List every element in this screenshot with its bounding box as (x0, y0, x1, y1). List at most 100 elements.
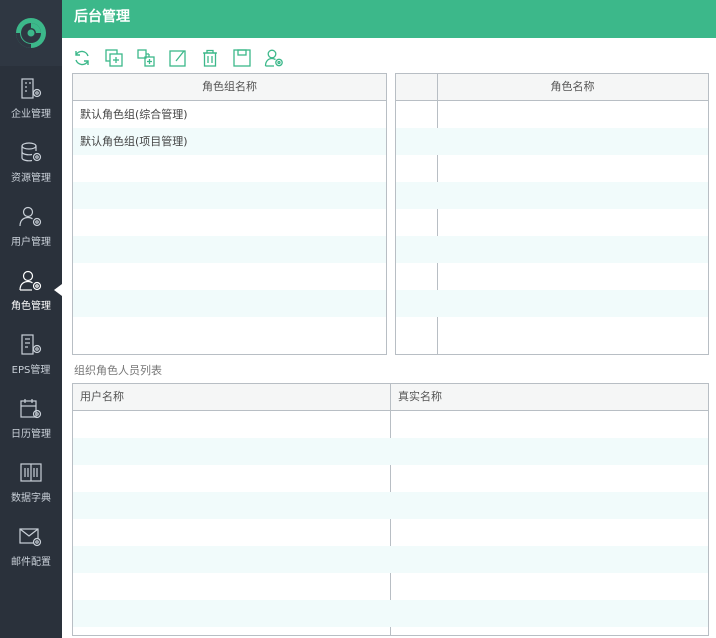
sidebar-item-label: EPS管理 (11, 364, 51, 376)
edit-button[interactable] (168, 48, 188, 68)
role-name-cell (396, 263, 410, 290)
real-name-cell (391, 492, 405, 519)
database-settings-icon (21, 141, 42, 161)
calendar-settings-icon (20, 398, 42, 418)
sidebar-item-label: 邮件配置 (11, 556, 51, 568)
column-header-select[interactable] (396, 74, 437, 100)
role-name-cell (396, 182, 410, 209)
add-role-group-button[interactable] (104, 48, 124, 68)
refresh-button[interactable] (72, 48, 92, 68)
role-group-name-cell: 默认角色组(综合管理) (80, 108, 188, 121)
sidebar: 企业管理 资源管理 用户管理 角色管理 EPS管理 日历管理 数据字典 邮件配置 (0, 0, 62, 638)
column-header-role-group-name[interactable]: 角色组名称 (73, 74, 386, 100)
table-body: 默认角色组(综合管理) 默认角色组(项目管理) (73, 101, 386, 344)
role-name-cell (396, 209, 410, 236)
table-header: 角色名称 (396, 74, 708, 101)
table-row[interactable] (73, 546, 708, 573)
sidebar-item-resources[interactable]: 资源管理 (0, 130, 62, 194)
table-row[interactable] (73, 290, 386, 317)
table-row[interactable] (396, 128, 708, 155)
table-row[interactable] (396, 263, 708, 290)
sidebar-item-enterprise[interactable]: 企业管理 (0, 66, 62, 130)
role-group-name-cell: 默认角色组(项目管理) (80, 135, 188, 148)
table-body (73, 411, 708, 627)
table-row[interactable] (396, 155, 708, 182)
table-row[interactable] (73, 263, 386, 290)
role-name-cell (396, 236, 410, 263)
book-icon (20, 462, 42, 482)
role-settings-icon (19, 270, 42, 291)
save-button[interactable] (232, 48, 252, 68)
table-row[interactable] (73, 411, 708, 438)
table-row[interactable] (73, 600, 708, 627)
table-row[interactable] (396, 236, 708, 263)
sidebar-item-mail[interactable]: 邮件配置 (0, 514, 62, 578)
sidebar-item-label: 企业管理 (11, 108, 51, 120)
table-row[interactable] (73, 209, 386, 236)
page-title: 后台管理 (74, 9, 130, 25)
table-row[interactable] (73, 573, 708, 600)
username-cell (73, 438, 391, 465)
enterprise-settings-icon (21, 77, 42, 99)
column-header-real-name[interactable]: 真实名称 (391, 384, 708, 410)
save-icon (233, 49, 251, 67)
table-body (396, 101, 708, 344)
table-row[interactable] (73, 317, 386, 344)
real-name-cell (391, 546, 405, 573)
username-cell (73, 411, 391, 438)
role-group-name-cell (73, 155, 87, 182)
group-add-icon (137, 49, 155, 67)
real-name-cell (391, 411, 405, 438)
edit-icon (169, 50, 186, 67)
table-row[interactable] (73, 182, 386, 209)
sidebar-item-label: 角色管理 (11, 300, 51, 312)
table-row[interactable] (396, 209, 708, 236)
sidebar-item-roles[interactable]: 角色管理 (0, 258, 62, 322)
table-row[interactable] (73, 465, 708, 492)
table-row[interactable] (73, 236, 386, 263)
column-header-username[interactable]: 用户名称 (73, 384, 391, 410)
copy-add-icon (105, 49, 123, 67)
table-row[interactable]: 默认角色组(项目管理) (73, 128, 386, 155)
table-row[interactable] (73, 155, 386, 182)
table-row[interactable] (73, 438, 708, 465)
section-title: 组织角色人员列表 (74, 364, 162, 377)
refresh-icon (75, 50, 89, 66)
assign-users-button[interactable] (264, 48, 284, 68)
sidebar-item-eps[interactable]: EPS管理 (0, 322, 62, 386)
logo-icon (16, 18, 46, 48)
table-header: 角色组名称 (73, 74, 386, 101)
table-row[interactable] (396, 317, 708, 344)
column-header-role-name[interactable]: 角色名称 (437, 74, 708, 100)
username-cell (73, 465, 391, 492)
role-group-name-cell (73, 209, 87, 236)
real-name-cell (391, 573, 405, 600)
mail-settings-icon (19, 527, 42, 546)
role-group-name-cell (73, 182, 87, 209)
user-role-icon (264, 49, 283, 67)
role-name-cell (396, 128, 410, 155)
delete-icon (203, 49, 217, 67)
app-logo (0, 0, 62, 66)
table-row[interactable]: 默认角色组(综合管理) (73, 101, 386, 128)
table-row[interactable] (73, 492, 708, 519)
sidebar-item-label: 数据字典 (11, 492, 51, 504)
table-row[interactable] (396, 101, 708, 128)
username-cell (73, 492, 391, 519)
add-role-button[interactable] (136, 48, 156, 68)
role-group-name-cell (73, 290, 87, 317)
table-row[interactable] (396, 290, 708, 317)
sidebar-item-dictionary[interactable]: 数据字典 (0, 450, 62, 514)
username-cell (73, 519, 391, 546)
role-group-name-cell (73, 263, 87, 290)
table-row[interactable] (396, 182, 708, 209)
delete-button[interactable] (200, 48, 220, 68)
sidebar-item-calendar[interactable]: 日历管理 (0, 386, 62, 450)
real-name-cell (391, 600, 405, 627)
eps-settings-icon (21, 333, 42, 355)
real-name-cell (391, 519, 405, 546)
table-row[interactable] (73, 519, 708, 546)
page-header: 后台管理 (62, 0, 716, 38)
role-group-name-cell (73, 317, 87, 344)
sidebar-item-users[interactable]: 用户管理 (0, 194, 62, 258)
